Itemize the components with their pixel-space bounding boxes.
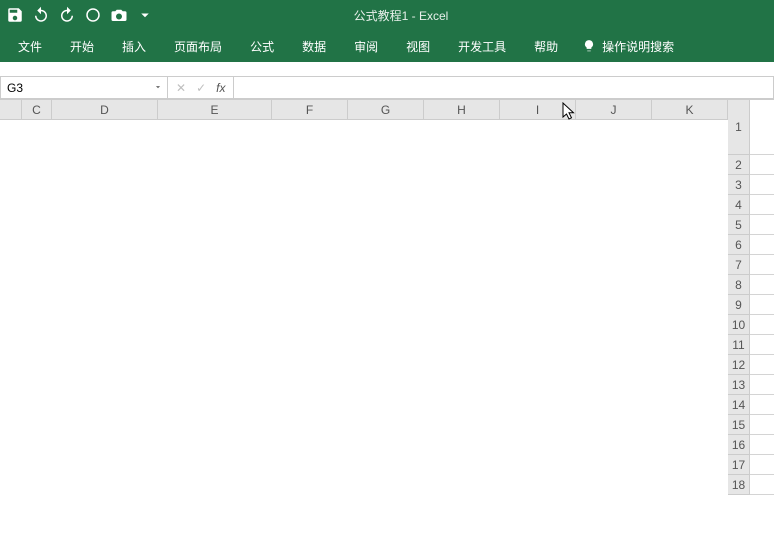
redo-icon[interactable] xyxy=(58,6,76,24)
row-header-3[interactable]: 3 xyxy=(728,175,750,195)
cursor-icon xyxy=(562,102,578,125)
row-header-8[interactable]: 8 xyxy=(728,275,750,295)
column-headers: CDEFGHIJK xyxy=(22,100,728,120)
enter-icon[interactable]: ✓ xyxy=(196,81,206,95)
column-header-K[interactable]: K xyxy=(652,100,728,120)
undo-icon[interactable] xyxy=(32,6,50,24)
name-box-dropdown-icon[interactable] xyxy=(153,81,163,95)
formula-bar-row: ✕ ✓ fx xyxy=(0,76,774,100)
row-header-7[interactable]: 7 xyxy=(728,255,750,275)
app-title: 公式教程1 - Excel xyxy=(154,7,648,24)
row-header-14[interactable]: 14 xyxy=(728,395,750,415)
formula-input[interactable] xyxy=(234,77,773,98)
camera-icon[interactable] xyxy=(110,6,128,24)
cancel-icon[interactable]: ✕ xyxy=(176,81,186,95)
tab-home[interactable]: 开始 xyxy=(56,32,108,61)
tab-help[interactable]: 帮助 xyxy=(520,32,572,61)
row-header-4[interactable]: 4 xyxy=(728,195,750,215)
tab-view[interactable]: 视图 xyxy=(392,32,444,61)
formula-input-wrap xyxy=(234,76,774,99)
row-header-10[interactable]: 10 xyxy=(728,315,750,335)
column-header-H[interactable]: H xyxy=(424,100,500,120)
column-header-E[interactable]: E xyxy=(158,100,272,120)
row-header-18[interactable]: 18 xyxy=(728,475,750,495)
name-box[interactable] xyxy=(0,76,168,99)
formula-controls: ✕ ✓ fx xyxy=(168,76,234,99)
tab-file[interactable]: 文件 xyxy=(4,32,56,61)
cell-grid[interactable]: 水果数量苹果50橙子20香蕉60柠檬40苹果50橙子20香蕉60柠檬40苹果50… xyxy=(750,100,774,495)
ribbon-tabs: 文件 开始 插入 页面布局 公式 数据 审阅 视图 开发工具 帮助 操作说明搜索 xyxy=(0,30,774,62)
tab-insert[interactable]: 插入 xyxy=(108,32,160,61)
fx-icon[interactable]: fx xyxy=(216,81,225,95)
title-bar: 公式教程1 - Excel xyxy=(0,0,774,30)
tab-page-layout[interactable]: 页面布局 xyxy=(160,32,236,61)
column-header-C[interactable]: C xyxy=(22,100,52,120)
tab-developer[interactable]: 开发工具 xyxy=(444,32,520,61)
quick-access-toolbar xyxy=(6,6,154,24)
tab-formulas[interactable]: 公式 xyxy=(236,32,288,61)
row-header-1[interactable]: 1 xyxy=(728,100,750,155)
touch-mode-icon[interactable] xyxy=(84,6,102,24)
tab-data[interactable]: 数据 xyxy=(288,32,340,61)
worksheet: CDEFGHIJK123456789101112131415161718水果数量… xyxy=(0,100,774,555)
save-icon[interactable] xyxy=(6,6,24,24)
row-header-12[interactable]: 12 xyxy=(728,355,750,375)
row-header-13[interactable]: 13 xyxy=(728,375,750,395)
row-header-16[interactable]: 16 xyxy=(728,435,750,455)
row-header-2[interactable]: 2 xyxy=(728,155,750,175)
row-header-9[interactable]: 9 xyxy=(728,295,750,315)
row-header-15[interactable]: 15 xyxy=(728,415,750,435)
column-header-D[interactable]: D xyxy=(52,100,158,120)
row-header-11[interactable]: 11 xyxy=(728,335,750,355)
lightbulb-icon xyxy=(582,39,596,53)
select-all-corner[interactable] xyxy=(0,100,22,120)
column-header-J[interactable]: J xyxy=(576,100,652,120)
column-header-F[interactable]: F xyxy=(272,100,348,120)
tell-me-label: 操作说明搜索 xyxy=(602,38,674,55)
qat-dropdown-icon[interactable] xyxy=(136,6,154,24)
row-header-6[interactable]: 6 xyxy=(728,235,750,255)
name-box-input[interactable] xyxy=(7,81,161,95)
tell-me[interactable]: 操作说明搜索 xyxy=(572,32,684,61)
row-header-17[interactable]: 17 xyxy=(728,455,750,475)
tab-review[interactable]: 审阅 xyxy=(340,32,392,61)
row-headers: 123456789101112131415161718 xyxy=(728,100,750,555)
row-header-5[interactable]: 5 xyxy=(728,215,750,235)
column-header-G[interactable]: G xyxy=(348,100,424,120)
